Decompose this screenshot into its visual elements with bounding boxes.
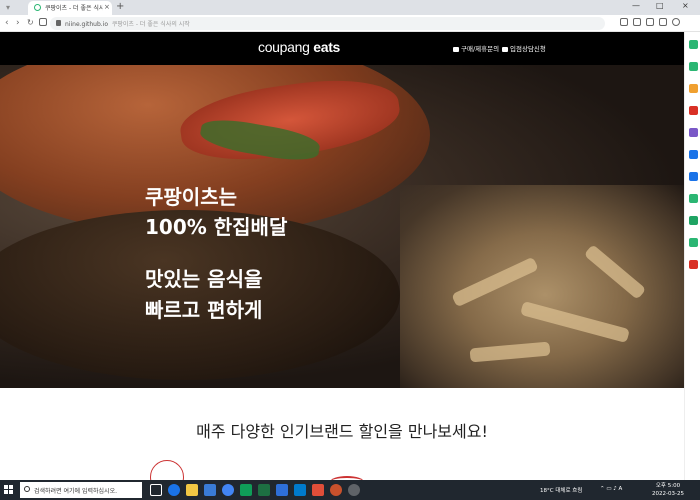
home-icon[interactable] <box>39 18 47 26</box>
extension-icon[interactable] <box>689 172 698 181</box>
download-icon[interactable] <box>620 18 628 26</box>
edge-icon[interactable] <box>168 484 180 496</box>
app-icon[interactable] <box>312 484 324 496</box>
extension-icon[interactable] <box>689 62 698 71</box>
favorites-icon[interactable] <box>646 18 654 26</box>
store-icon[interactable] <box>204 484 216 496</box>
chrome-icon[interactable] <box>222 484 234 496</box>
tab-close-icon[interactable]: × <box>104 3 110 11</box>
extension-icon[interactable] <box>689 216 698 225</box>
hero-text-line4: 빠르고 편하게 <box>145 298 263 322</box>
file-explorer-icon[interactable] <box>186 484 198 496</box>
window-maximize-button[interactable]: □ <box>656 1 664 10</box>
screen: ▾ 쿠팡이츠 - 더 좋은 식사의 시작 × + — □ × ‹ › ↻ nii… <box>0 0 700 500</box>
window-minimize-button[interactable]: — <box>632 1 640 10</box>
hero-text-line3: 맛있는 음식을 <box>145 267 263 291</box>
reload-button[interactable]: ↻ <box>27 18 34 27</box>
store-application-link[interactable]: 입점상담신청 <box>502 43 546 53</box>
extension-icon[interactable] <box>689 260 698 269</box>
window-close-button[interactable]: × <box>682 1 689 10</box>
site-header: coupang eats 구매/제휴문의 입점상담신청 <box>0 32 684 65</box>
browser-tab-bar: ▾ 쿠팡이츠 - 더 좋은 식사의 시작 × + — □ × <box>0 0 700 15</box>
settings-icon[interactable] <box>348 484 360 496</box>
web-page: coupang eats 구매/제휴문의 입점상담신청 쿠팡이츠는 100% 한… <box>0 32 684 480</box>
browser-toolbar: ‹ › ↻ niine.github.io 쿠팡이츠 - 더 좋은 식사의 시작 <box>0 15 700 32</box>
sidebar-extensions <box>684 32 700 480</box>
app-icon[interactable] <box>240 484 252 496</box>
taskbar-search-box[interactable]: 검색하려면 여기에 입력하십시오. <box>20 482 142 498</box>
weather-widget[interactable]: 18°C 대체로 흐림 <box>540 486 582 494</box>
new-tab-button[interactable]: + <box>116 1 124 12</box>
store-icon <box>502 46 508 52</box>
extension-icon[interactable] <box>689 84 698 93</box>
url-text: niine.github.io 쿠팡이츠 - 더 좋은 식사의 시작 <box>65 21 190 28</box>
lock-icon[interactable] <box>56 20 61 26</box>
leaf-icon <box>453 46 459 52</box>
excel-icon[interactable] <box>258 484 270 496</box>
address-bar[interactable]: niine.github.io 쿠팡이츠 - 더 좋은 식사의 시작 <box>50 17 605 30</box>
search-placeholder: 검색하려면 여기에 입력하십시오. <box>34 488 118 495</box>
windows-taskbar: 검색하려면 여기에 입력하십시오. 18°C 대체로 흐림 ⌃ ▭ ♪ A 오후… <box>0 480 700 500</box>
extension-icon[interactable] <box>689 128 698 137</box>
app-icon[interactable] <box>330 484 342 496</box>
browser-tab[interactable]: 쿠팡이츠 - 더 좋은 식사의 시작 × <box>28 1 112 15</box>
tab-title: 쿠팡이츠 - 더 좋은 식사의 시작 <box>45 5 103 12</box>
tray-icons[interactable]: ⌃ ▭ ♪ A <box>600 486 622 492</box>
extension-icon[interactable] <box>689 194 698 203</box>
hero-text-line1: 쿠팡이츠는 <box>145 185 237 209</box>
profile-icon[interactable] <box>672 18 680 26</box>
brand-logo[interactable] <box>150 460 184 480</box>
extension-icon[interactable] <box>689 106 698 115</box>
extension-icon[interactable] <box>689 150 698 159</box>
section-headline: 매주 다양한 인기브랜드 할인을 만나보세요! <box>196 422 488 441</box>
back-button[interactable]: ‹ <box>5 18 9 28</box>
extensions-icon[interactable] <box>633 18 641 26</box>
collections-icon[interactable] <box>659 18 667 26</box>
purchase-inquiry-link[interactable]: 구매/제휴문의 <box>453 43 499 53</box>
hero-banner: 쿠팡이츠는 100% 한집배달 맛있는 음식을 빠르고 편하게 <box>0 65 684 388</box>
app-icon[interactable] <box>276 484 288 496</box>
task-view-icon[interactable] <box>150 484 162 496</box>
extension-icon[interactable] <box>689 238 698 247</box>
vscode-icon[interactable] <box>294 484 306 496</box>
search-icon <box>24 486 30 492</box>
coupang-eats-logo[interactable]: coupang eats <box>258 39 340 55</box>
taskbar-clock[interactable]: 오후 5:00 2022-03-25 <box>652 482 684 498</box>
hero-text-line2: 100% 한집배달 <box>145 215 288 239</box>
extension-icon[interactable] <box>689 40 698 49</box>
forward-button[interactable]: › <box>16 18 20 28</box>
tab-favicon-icon <box>34 4 41 11</box>
windows-start-button[interactable] <box>4 485 14 495</box>
tab-search-icon[interactable]: ▾ <box>6 3 16 12</box>
